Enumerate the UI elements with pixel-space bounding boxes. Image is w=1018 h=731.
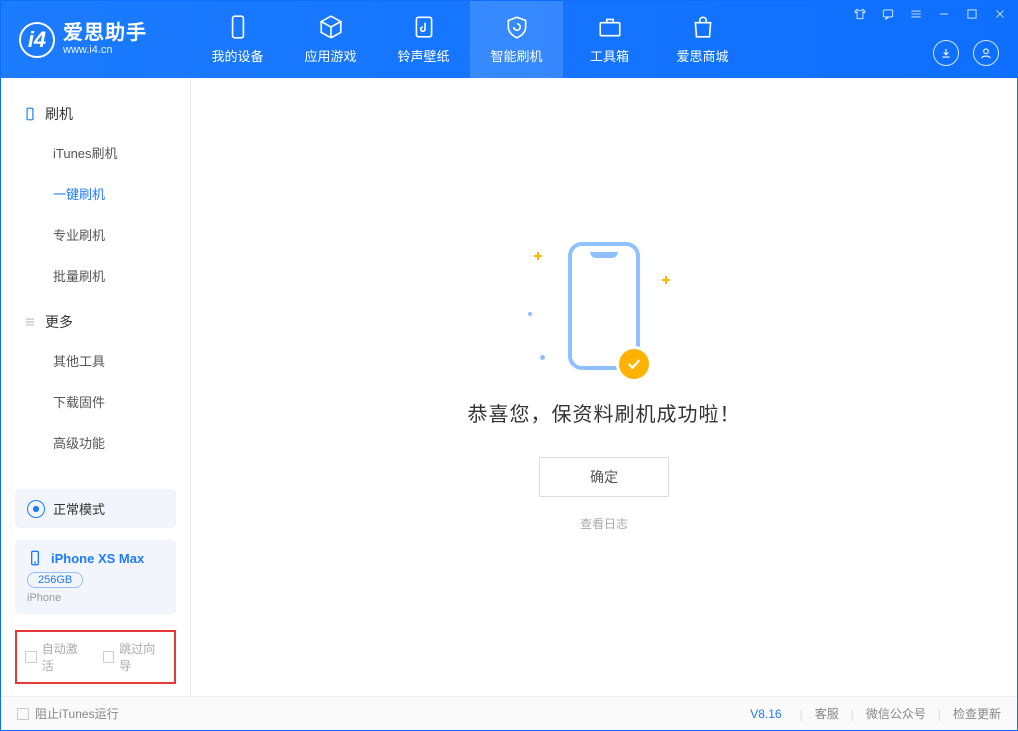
sidebar-item-one-click-flash[interactable]: 一键刷机	[1, 173, 190, 214]
nav-label: 应用游戏	[304, 46, 356, 65]
list-icon	[23, 315, 37, 329]
dot-icon	[540, 355, 545, 360]
device-phone-icon	[27, 550, 43, 566]
maximize-icon[interactable]	[965, 7, 979, 24]
close-icon[interactable]	[993, 7, 1007, 24]
logo-block[interactable]: i4 爱思助手 www.i4.cn	[1, 22, 191, 58]
sidebar-section-more: 更多	[1, 304, 190, 340]
minimize-icon[interactable]	[937, 7, 951, 24]
nav-label: 我的设备	[211, 46, 263, 65]
ok-button[interactable]: 确定	[539, 457, 669, 497]
sidebar-item-download-fw[interactable]: 下载固件	[1, 381, 190, 422]
sidebar: 刷机 iTunes刷机 一键刷机 专业刷机 批量刷机 更多 其他工具 下载固件 …	[1, 78, 191, 696]
nav-label: 铃声壁纸	[397, 46, 449, 65]
support-link[interactable]: 客服	[815, 705, 839, 722]
device-card[interactable]: iPhone XS Max 256GB iPhone	[15, 540, 176, 614]
app-title: 爱思助手	[63, 22, 147, 44]
section-title: 更多	[45, 312, 73, 332]
nav-label: 智能刷机	[490, 46, 542, 65]
checkbox-skip-wizard[interactable]: 跳过向导	[103, 640, 167, 674]
nav-apps-games[interactable]: 应用游戏	[284, 1, 377, 78]
user-icons	[933, 40, 999, 66]
statusbar: 阻止iTunes运行 V8.16 | 客服 | 微信公众号 | 检查更新	[1, 696, 1017, 730]
checkbox-icon	[17, 708, 29, 720]
bag-icon	[690, 14, 716, 40]
sidebar-item-other-tools[interactable]: 其他工具	[1, 340, 190, 381]
app-subtitle: www.i4.cn	[63, 44, 147, 56]
nav-label: 工具箱	[590, 46, 629, 65]
checkbox-icon	[103, 651, 115, 663]
separator: |	[800, 707, 803, 721]
nav-store[interactable]: 爱思商城	[656, 1, 749, 78]
nav-my-device[interactable]: 我的设备	[191, 1, 284, 78]
sidebar-item-pro-flash[interactable]: 专业刷机	[1, 214, 190, 255]
body: 刷机 iTunes刷机 一键刷机 专业刷机 批量刷机 更多 其他工具 下载固件 …	[1, 78, 1017, 696]
phone-outline-icon	[23, 107, 37, 121]
checkbox-icon	[25, 651, 37, 663]
check-update-link[interactable]: 检查更新	[953, 705, 1001, 722]
device-type: iPhone	[27, 592, 164, 604]
sparkle-icon	[534, 252, 542, 260]
nav-tabs: 我的设备 应用游戏 铃声壁纸 智能刷机 工具箱 爱思商城	[191, 1, 749, 78]
checkbox-label: 阻止iTunes运行	[35, 705, 119, 722]
version-label: V8.16	[750, 707, 781, 721]
user-icon[interactable]	[973, 40, 999, 66]
dot-icon	[528, 312, 532, 316]
sparkle-icon	[662, 276, 670, 284]
checkbox-auto-activate[interactable]: 自动激活	[25, 640, 89, 674]
titlebar: i4 爱思助手 www.i4.cn 我的设备 应用游戏 铃声壁纸 智能刷机	[1, 1, 1017, 78]
nav-toolbox[interactable]: 工具箱	[563, 1, 656, 78]
success-illustration	[568, 242, 640, 370]
separator: |	[851, 707, 854, 721]
checkbox-label: 跳过向导	[119, 640, 166, 674]
nav-smart-flash[interactable]: 智能刷机	[470, 1, 563, 78]
sidebar-item-batch-flash[interactable]: 批量刷机	[1, 255, 190, 296]
nav-label: 爱思商城	[676, 46, 728, 65]
feedback-icon[interactable]	[881, 7, 895, 24]
highlighted-options: 自动激活 跳过向导	[15, 630, 176, 684]
cube-icon	[318, 14, 344, 40]
check-badge-icon	[616, 346, 652, 382]
separator: |	[938, 707, 941, 721]
section-title: 刷机	[45, 104, 73, 124]
view-log-link[interactable]: 查看日志	[580, 515, 628, 532]
phone-icon	[225, 14, 251, 40]
menu-icon[interactable]	[909, 7, 923, 24]
sidebar-section-flash: 刷机	[1, 96, 190, 132]
mode-label: 正常模式	[53, 499, 105, 518]
mode-icon	[27, 500, 45, 518]
nav-ringtones[interactable]: 铃声壁纸	[377, 1, 470, 78]
status-links: | 客服 | 微信公众号 | 检查更新	[800, 705, 1001, 722]
app-window: i4 爱思助手 www.i4.cn 我的设备 应用游戏 铃声壁纸 智能刷机	[0, 0, 1018, 731]
briefcase-icon	[597, 14, 623, 40]
mode-card[interactable]: 正常模式	[15, 489, 176, 528]
shirt-icon[interactable]	[853, 7, 867, 24]
sidebar-item-advanced[interactable]: 高级功能	[1, 422, 190, 463]
window-controls	[853, 7, 1007, 24]
wechat-link[interactable]: 微信公众号	[866, 705, 926, 722]
device-name: iPhone XS Max	[51, 551, 144, 566]
success-message: 恭喜您，保资料刷机成功啦！	[468, 398, 741, 427]
shield-refresh-icon	[504, 14, 530, 40]
logo-icon: i4	[19, 22, 55, 58]
music-file-icon	[411, 14, 437, 40]
checkbox-block-itunes[interactable]: 阻止iTunes运行	[17, 705, 119, 722]
main-content: 恭喜您，保资料刷机成功啦！ 确定 查看日志	[191, 78, 1017, 696]
download-icon[interactable]	[933, 40, 959, 66]
device-storage: 256GB	[27, 572, 83, 588]
checkbox-label: 自动激活	[42, 640, 89, 674]
sidebar-item-itunes-flash[interactable]: iTunes刷机	[1, 132, 190, 173]
